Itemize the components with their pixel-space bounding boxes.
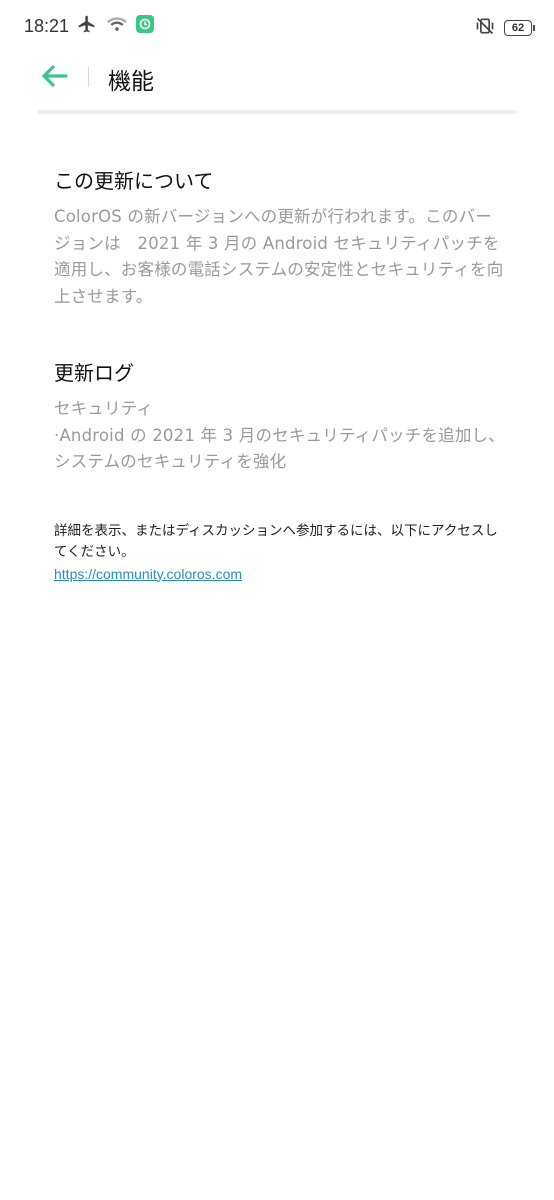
changelog-section: 更新ログ セキュリティ ·Android の 2021 年 3 月のセキュリティ… <box>54 358 506 476</box>
about-heading: この更新について <box>54 169 214 193</box>
about-section: この更新について ColorOS の新バージョンへの更新が行われます。このバージ… <box>54 166 506 310</box>
app-notification-icon <box>136 15 154 37</box>
page-title: 機能 <box>108 69 154 95</box>
back-arrow-icon <box>40 64 68 92</box>
airplane-icon <box>76 14 98 38</box>
app-bar-divider <box>88 67 89 87</box>
community-link[interactable]: https://community.coloros.com <box>54 563 242 585</box>
vibrate-off-icon <box>474 16 496 40</box>
more-info-text: 詳細を表示、またはディスカッションへ参加するには、以下にアクセスしてください。 <box>54 522 498 560</box>
status-bar: 18:21 62 <box>0 0 554 56</box>
wifi-icon <box>106 14 128 38</box>
about-body: ColorOS の新バージョンへの更新が行われます。このバージョンは 2021 … <box>54 207 504 306</box>
battery-icon: 62 <box>504 20 535 36</box>
back-button[interactable] <box>34 60 74 96</box>
changelog-heading: 更新ログ <box>54 361 134 385</box>
changelog-line: ·Android の 2021 年 3 月のセキュリティパッチを追加し、システム… <box>54 425 505 472</box>
status-time: 18:21 <box>24 16 70 36</box>
app-bar: 機能 <box>0 56 554 100</box>
changelog-body: セキュリティ ·Android の 2021 年 3 月のセキュリティパッチを追… <box>54 396 506 476</box>
header-separator <box>37 110 517 114</box>
status-icons-right: 62 <box>474 16 535 40</box>
status-icons-left <box>76 14 154 38</box>
changelog-line: セキュリティ <box>54 399 154 418</box>
content: この更新について ColorOS の新バージョンへの更新が行われます。このバージ… <box>54 166 506 586</box>
more-info: 詳細を表示、またはディスカッションへ参加するには、以下にアクセスしてください。 … <box>54 521 506 586</box>
